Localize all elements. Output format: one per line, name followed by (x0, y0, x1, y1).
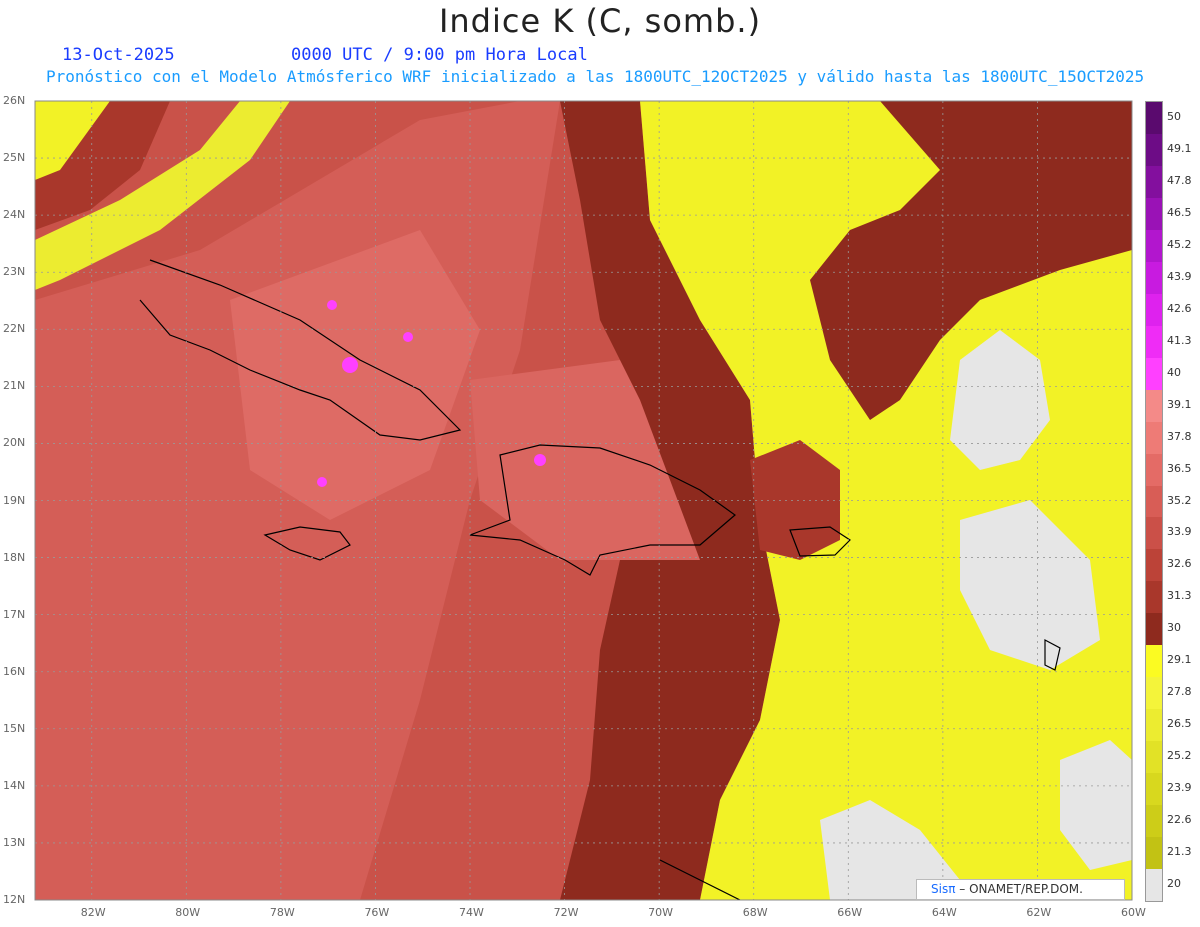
legend-swatch-19 (1146, 709, 1162, 742)
lat-label-23N: 23N (3, 265, 26, 279)
legend-label-46.5: 46.5 (1167, 205, 1192, 219)
cell-5 (317, 477, 327, 487)
legend-swatch-0 (1146, 102, 1162, 135)
lat-label-13N: 13N (3, 835, 26, 849)
legend-label-37.8: 37.8 (1167, 429, 1192, 443)
lat-label-19N: 19N (3, 493, 26, 507)
legend-swatch-4 (1146, 229, 1162, 263)
legend-label-50: 50 (1167, 109, 1181, 123)
lon-label-68W: 68W (742, 906, 768, 919)
credit-box: Sisπ – ONAMET/REP.DOM. (916, 879, 1125, 900)
legend-swatch-15 (1146, 581, 1162, 614)
lat-label-16N: 16N (3, 664, 26, 678)
legend-label-49.1: 49.1 (1167, 141, 1192, 155)
legend-label-20: 20 (1167, 877, 1181, 891)
legend-label-29.1: 29.1 (1167, 653, 1192, 667)
credit-text: – ONAMET/REP.DOM. (955, 882, 1083, 896)
legend-swatch-23 (1146, 837, 1162, 870)
legend-swatch-17 (1146, 645, 1162, 678)
lon-label-72W: 72W (553, 906, 579, 919)
cell-3 (327, 300, 337, 310)
legend-swatch-22 (1146, 805, 1162, 838)
legend-label-23.9: 23.9 (1167, 781, 1192, 795)
legend-label-21.3: 21.3 (1167, 845, 1192, 859)
lon-label-64W: 64W (931, 906, 957, 919)
cell-2 (403, 332, 413, 342)
legend-swatch-12 (1146, 485, 1162, 518)
legend-swatch-2 (1146, 165, 1162, 199)
legend-swatch-20 (1146, 741, 1162, 774)
lat-label-22N: 22N (3, 322, 26, 336)
legend-swatch-16 (1146, 613, 1162, 646)
lat-label-25N: 25N (3, 151, 26, 165)
lon-label-82W: 82W (80, 906, 106, 919)
lat-label-26N: 26N (3, 94, 26, 107)
map-field (35, 101, 1132, 900)
legend-label-35.2: 35.2 (1167, 493, 1192, 507)
legend-label-42.6: 42.6 (1167, 301, 1192, 315)
lat-label-20N: 20N (3, 436, 26, 450)
legend-swatch-7 (1146, 325, 1162, 359)
legend-swatch-9 (1146, 389, 1162, 423)
lon-label-66W: 66W (837, 906, 863, 919)
legend-swatch-14 (1146, 549, 1162, 582)
legend-label-27.8: 27.8 (1167, 685, 1192, 699)
legend-swatch-11 (1146, 453, 1162, 486)
legend-swatch-13 (1146, 517, 1162, 550)
lat-label-15N: 15N (3, 721, 26, 735)
lon-label-60W: 60W (1121, 906, 1146, 919)
legend-swatch-8 (1146, 357, 1162, 391)
lat-label-18N: 18N (3, 550, 26, 564)
legend-label-40: 40 (1167, 365, 1181, 379)
lon-label-74W: 74W (459, 906, 484, 919)
legend-label-33.9: 33.9 (1167, 525, 1192, 539)
legend-swatch-5 (1146, 261, 1162, 295)
legend-swatch-21 (1146, 773, 1162, 806)
lat-label-17N: 17N (3, 607, 26, 621)
k-index-map (34, 100, 1133, 901)
legend-swatch-3 (1146, 197, 1162, 231)
legend-swatch-24 (1146, 869, 1162, 902)
legend-label-39.1: 39.1 (1167, 397, 1192, 411)
lon-label-62W: 62W (1026, 906, 1052, 919)
legend-label-26.5: 26.5 (1167, 717, 1192, 731)
legend-swatch-18 (1146, 677, 1162, 710)
lat-label-21N: 21N (3, 379, 26, 393)
lon-label-78W: 78W (269, 906, 295, 919)
lat-label-12N: 12N (3, 893, 26, 906)
legend-label-41.3: 41.3 (1167, 333, 1192, 347)
legend-label-45.2: 45.2 (1167, 237, 1192, 251)
legend-label-36.5: 36.5 (1167, 461, 1192, 475)
lon-label-76W: 76W (364, 906, 390, 919)
cell-1 (342, 357, 358, 373)
legend-label-32.6: 32.6 (1167, 557, 1192, 571)
lon-label-80W: 80W (175, 906, 201, 919)
legend-label-22.6: 22.6 (1167, 813, 1192, 827)
legend-swatch-6 (1146, 293, 1162, 327)
legend-label-30: 30 (1167, 621, 1181, 635)
legend-label-25.2: 25.2 (1167, 749, 1192, 763)
lon-label-70W: 70W (648, 906, 674, 919)
legend-label-47.8: 47.8 (1167, 173, 1192, 187)
sispi-logo: Sisπ (931, 882, 956, 896)
legend-swatch-1 (1146, 133, 1162, 167)
legend-label-31.3: 31.3 (1167, 589, 1192, 603)
lat-label-14N: 14N (3, 778, 26, 792)
legend-label-43.9: 43.9 (1167, 269, 1192, 283)
lat-label-24N: 24N (3, 208, 26, 222)
color-legend (1145, 101, 1163, 902)
cell-4 (534, 454, 546, 466)
legend-swatch-10 (1146, 421, 1162, 455)
